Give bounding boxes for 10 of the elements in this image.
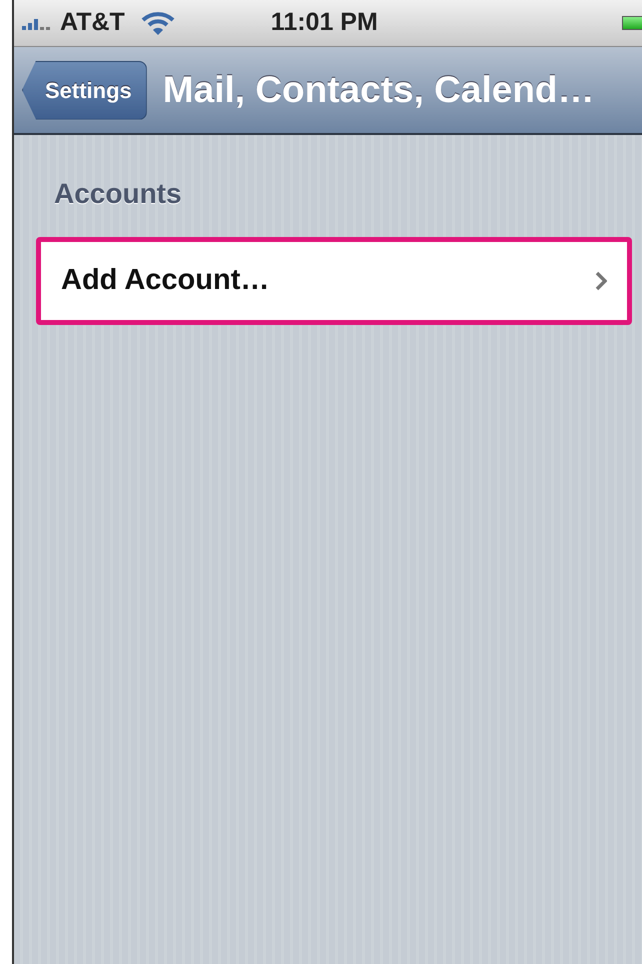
battery-icon [622,16,642,30]
carrier-name: AT&T [60,7,125,38]
list-row[interactable]: Add Account… [36,237,632,325]
nav-title: Mail, Contacts, Calend… [162,68,595,112]
wifi-icon [140,11,175,35]
status-time: 11:01 PM [270,7,378,38]
section-header: Accounts [54,177,183,211]
row-label: Add Account… [61,263,270,298]
back-button[interactable]: Settings [22,60,147,120]
chevron-icon [595,271,607,291]
